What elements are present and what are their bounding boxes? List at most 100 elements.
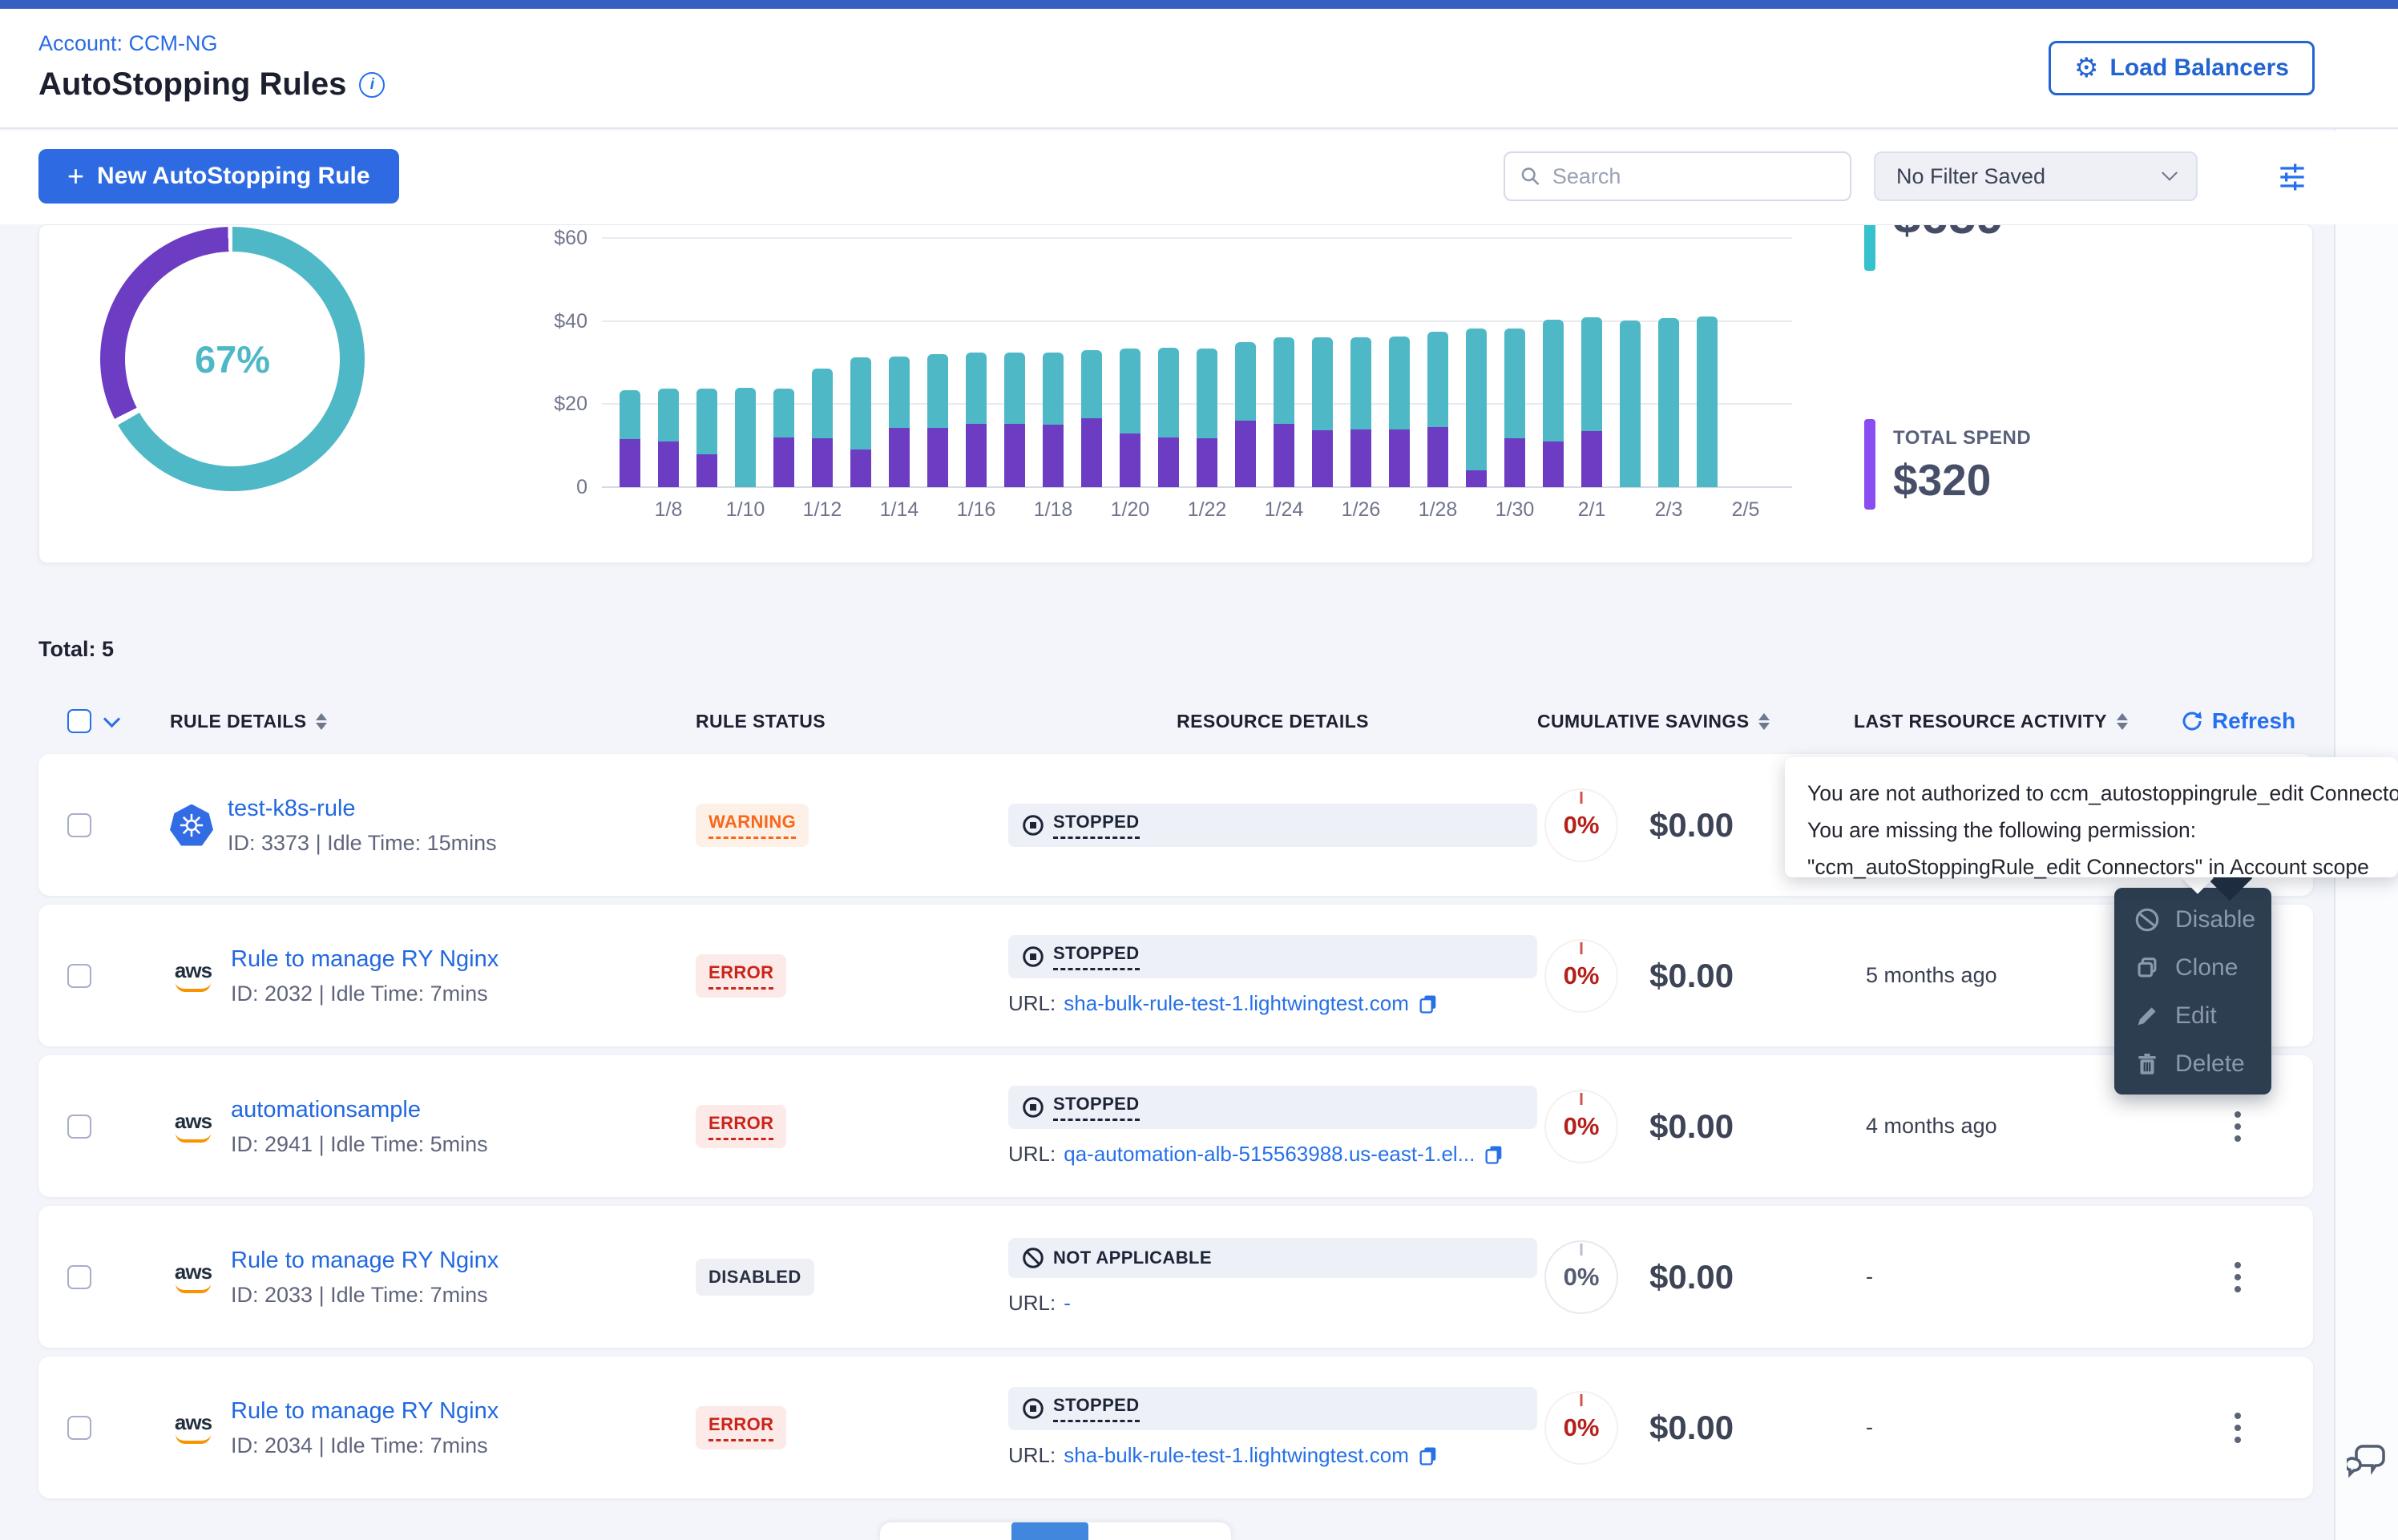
gridline [602,320,1792,322]
row-options-kebab-icon[interactable] [2234,1413,2241,1419]
rule-details-cell: Rule to manage RY Nginx ID: 2032 | Idle … [231,945,499,1006]
row-checkbox[interactable] [67,1115,91,1139]
search-icon [1520,164,1541,188]
bar-spend-segment [1081,418,1102,487]
x-axis-label: 1/14 [880,498,919,522]
context-menu-item-disable[interactable]: Disable [2114,896,2271,944]
y-axis-label: 0 [515,476,587,499]
filter-panel-button[interactable] [2275,159,2310,195]
savings-amount: $0.00 [1649,806,1734,845]
total-spend-legend: TOTAL SPEND $320 [1864,419,2031,510]
select-all-checkbox[interactable] [67,709,91,733]
context-menu-label: Clone [2175,954,2238,982]
rule-status-badge[interactable]: ERROR [696,954,786,998]
bar-spend-segment [1043,425,1064,487]
stopped-icon [1021,1095,1045,1119]
savings-amount: $0.00 [1649,957,1734,995]
donut-percentage: 67% [195,337,270,381]
row-checkbox[interactable] [67,813,91,837]
bar-spend-segment [1197,438,1217,487]
rule-status-badge[interactable]: ERROR [696,1406,786,1449]
bar-savings-segment [927,354,948,428]
row-options-kebab-icon[interactable] [2234,1262,2241,1268]
rule-name-link[interactable]: Rule to manage RY Nginx [231,945,499,974]
resource-state-badge[interactable]: STOPPED [1008,1387,1537,1430]
table-row: aws Rule to manage RY Nginx ID: 2032 | I… [38,905,2313,1046]
resource-state-badge[interactable]: STOPPED [1008,804,1537,847]
breadcrumb-account-link[interactable]: Account: CCM-NG [38,31,218,56]
rule-status-badge[interactable]: WARNING [696,804,809,847]
resource-state-badge[interactable]: STOPPED [1008,935,1537,978]
column-header-last-resource-activity[interactable]: LAST RESOURCE ACTIVITY [1854,711,2128,732]
bar-savings-segment [1004,353,1025,424]
context-menu-item-clone[interactable]: Clone [2114,944,2271,992]
savings-amount: $0.00 [1649,1107,1734,1146]
bar-savings-segment [1120,349,1140,433]
load-balancers-button[interactable]: ⚙ Load Balancers [2049,41,2315,95]
rule-name-link[interactable]: automationsample [231,1095,488,1124]
spend-savings-bar-chart: $60$40$2001/81/101/121/141/161/181/201/2… [602,225,1792,487]
not-applicable-icon [1021,1246,1045,1270]
context-menu-label: Edit [2175,1002,2217,1030]
row-checkbox[interactable] [67,1416,91,1440]
resource-url-link[interactable]: sha-bulk-rule-test-1.lightwingtest.com [1064,991,1409,1016]
row-checkbox[interactable] [67,964,91,988]
total-spend-label: TOTAL SPEND [1893,427,2031,450]
aws-icon: aws [170,1261,216,1293]
copy-icon[interactable] [1483,1143,1505,1166]
rule-name-link[interactable]: test-k8s-rule [228,794,497,823]
context-menu-label: Delete [2175,1050,2245,1078]
resource-state-badge[interactable]: NOT APPLICABLE [1008,1238,1537,1278]
resource-state-badge[interactable]: STOPPED [1008,1086,1537,1129]
rule-name-link[interactable]: Rule to manage RY Nginx [231,1246,499,1275]
context-menu-item-delete[interactable]: Delete [2114,1040,2271,1088]
table-header-row: RULE DETAILS RULE STATUS RESOURCE DETAIL… [38,697,2313,745]
savings-amount: $0.00 [1649,1409,1734,1447]
bar-savings-segment [1235,342,1256,421]
bulk-actions-chevron-icon[interactable] [103,710,120,727]
rule-status-badge[interactable]: DISABLED [696,1259,814,1296]
help-chat-button[interactable] [2347,1440,2388,1492]
page-title: AutoStopping Rules [38,67,346,103]
tooltip-line-1: You are not authorized to ccm_autostoppi… [1807,775,2376,812]
copy-icon[interactable] [1417,993,1439,1015]
context-menu-item-edit[interactable]: Edit [2114,992,2271,1040]
column-header-cumulative-savings[interactable]: CUMULATIVE SAVINGS [1537,711,1770,732]
aws-icon: aws [170,1412,216,1444]
url-label: URL: [1008,991,1056,1016]
column-header-rule-status[interactable]: RULE STATUS [696,711,826,732]
savings-percent: 0% [1564,1263,1600,1292]
x-axis-label: 1/18 [1034,498,1073,522]
aws-wordmark: aws [175,960,212,981]
pagination-active-page[interactable] [1011,1522,1088,1540]
resource-url-link[interactable]: qa-automation-alb-515563988.us-east-1.el… [1064,1142,1475,1167]
last-activity-value: - [1866,1415,1873,1440]
bar-savings-segment [1389,337,1410,429]
aws-smile-arrow [176,1284,211,1293]
column-header-rule-details[interactable]: RULE DETAILS [170,711,327,732]
refresh-button[interactable]: Refresh [2180,708,2295,734]
info-icon[interactable]: i [359,72,385,98]
resource-url-line: URL: - [1008,1291,1537,1316]
new-autostopping-rule-button[interactable]: + New AutoStopping Rule [38,149,399,204]
bar-spend-segment [1004,424,1025,487]
resource-url-link[interactable]: - [1064,1291,1071,1316]
saved-filter-select[interactable]: No Filter Saved [1874,151,2198,201]
copy-icon[interactable] [1417,1445,1439,1467]
rule-status-badge[interactable]: ERROR [696,1105,786,1148]
search-input[interactable] [1552,164,1835,189]
sort-icon [1758,713,1770,730]
row-options-kebab-icon[interactable] [2234,1111,2241,1118]
rule-name-link[interactable]: Rule to manage RY Nginx [231,1397,499,1425]
row-checkbox[interactable] [67,1265,91,1289]
resource-url-link[interactable]: sha-bulk-rule-test-1.lightwingtest.com [1064,1443,1409,1468]
aws-smile-arrow [176,1434,211,1444]
resource-url-line: URL: sha-bulk-rule-test-1.lightwingtest.… [1008,1443,1537,1468]
plus-icon: + [67,159,84,193]
savings-gauge: 0% [1544,1090,1618,1163]
savings-donut-chart: 67% [100,227,365,491]
resource-url-line: URL: sha-bulk-rule-test-1.lightwingtest.… [1008,991,1537,1016]
bar-spend-segment [773,437,794,487]
column-header-resource-details[interactable]: RESOURCE DETAILS [1177,711,1369,732]
bar-spend-segment [1504,438,1525,487]
